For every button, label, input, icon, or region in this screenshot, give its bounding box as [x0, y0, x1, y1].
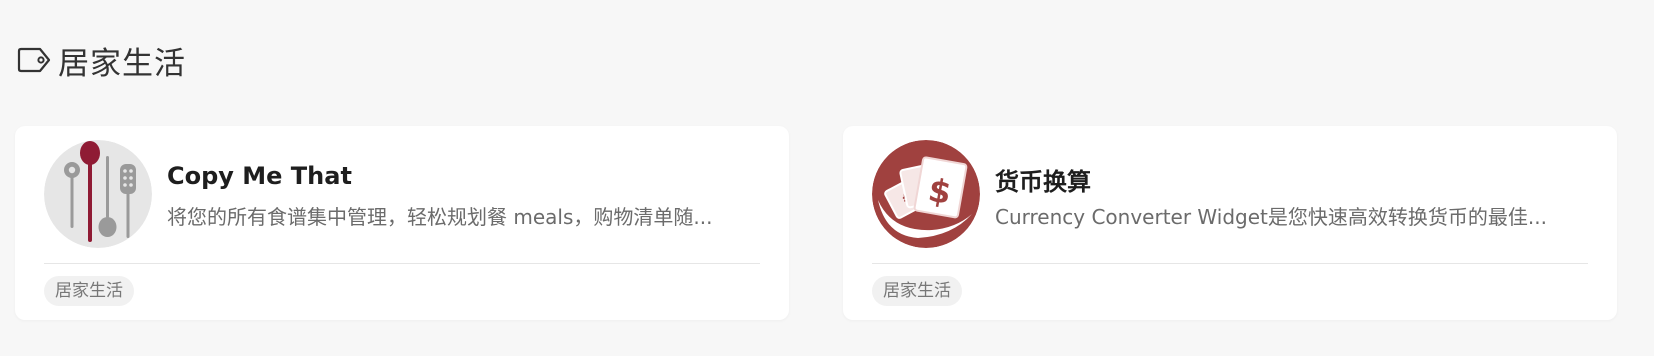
section-header: 居家生活 [16, 40, 186, 82]
tag-chip[interactable]: 居家生活 [872, 276, 962, 306]
app-icon [44, 140, 152, 248]
divider [872, 263, 1588, 264]
app-card-currency-converter[interactable]: € $ $ 货币换算 Currency Converter Widget是您快速… [843, 126, 1617, 320]
app-title: 货币换算 [995, 168, 1091, 196]
page: 居家生活 Copy Me That 将您的所有食谱集中管理，轻松规划餐 meal… [0, 0, 1654, 356]
cooking-utensils-icon [44, 140, 152, 248]
divider [44, 263, 760, 264]
app-description: Currency Converter Widget是您快速高效转换货币的最佳..… [995, 205, 1547, 229]
currency-exchange-icon: € $ $ [872, 140, 980, 248]
tag-icon [16, 46, 52, 74]
app-description: 将您的所有食谱集中管理，轻松规划餐 meals，购物清单随... [167, 205, 713, 229]
app-icon: € $ $ [872, 140, 980, 248]
app-card-copy-me-that[interactable]: Copy Me That 将您的所有食谱集中管理，轻松规划餐 meals，购物清… [15, 126, 789, 320]
section-title: 居家生活 [58, 45, 186, 82]
tag-chip[interactable]: 居家生活 [44, 276, 134, 306]
app-title: Copy Me That [167, 162, 352, 190]
